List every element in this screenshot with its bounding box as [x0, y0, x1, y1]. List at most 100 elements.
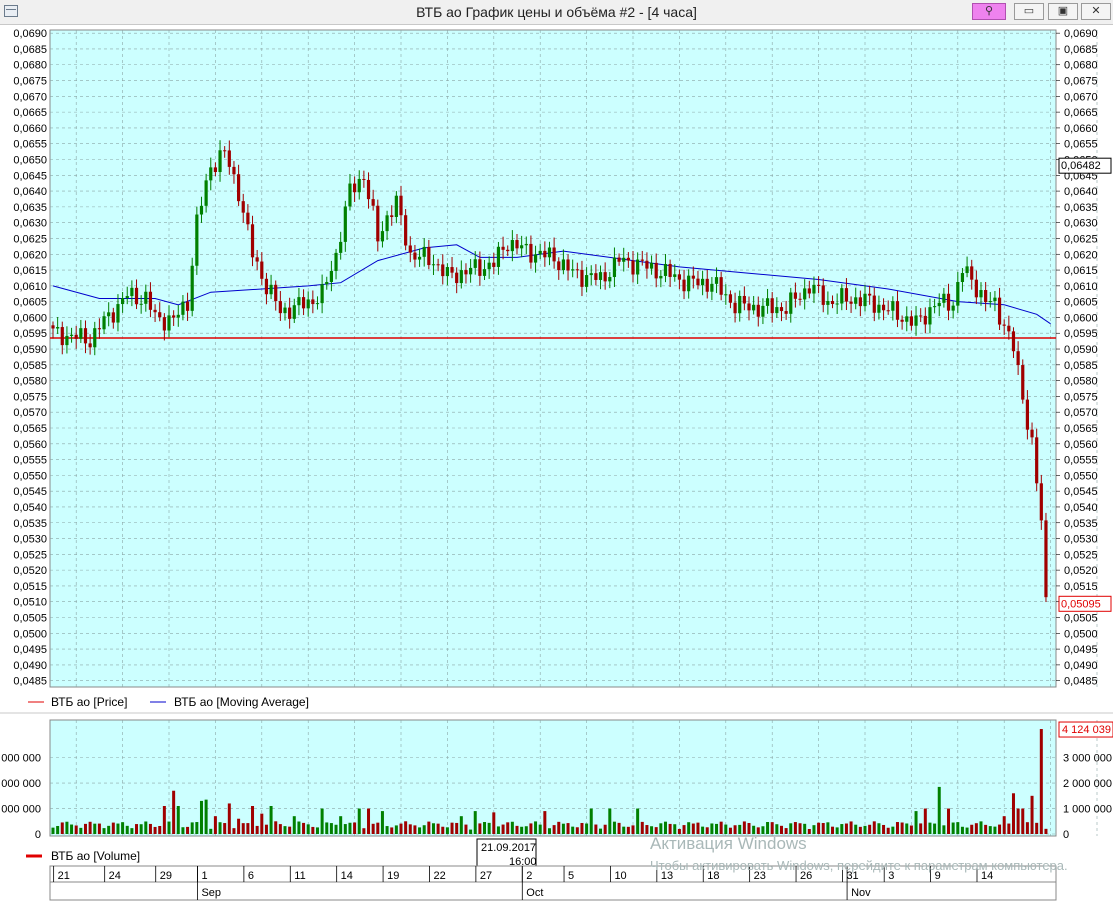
volume-bar [831, 826, 835, 834]
candle-up [380, 231, 385, 242]
volume-bar [840, 824, 844, 834]
volume-bar [204, 799, 208, 834]
candle-up [325, 281, 329, 285]
volume-bar [427, 821, 431, 834]
pin-button[interactable]: ⚲ [972, 3, 1006, 20]
candle-down [111, 312, 115, 323]
volume-bar [942, 825, 946, 834]
volume-bar [371, 823, 375, 834]
volume-bar [459, 816, 463, 834]
volume-bar [691, 823, 695, 834]
candle-up [738, 295, 742, 314]
volume-bar [302, 822, 306, 834]
volume-bar [1039, 729, 1043, 834]
volume-bar [719, 821, 723, 834]
price-tick-label: 0,0625 [13, 233, 47, 245]
candle-up [965, 266, 969, 274]
candle-down [450, 267, 454, 273]
volume-bar [260, 813, 264, 834]
volume-bar [329, 823, 333, 834]
price-tick-label: 0,0665 [13, 107, 47, 119]
volume-bar [487, 822, 491, 834]
price-tick-label: 0,0640 [1064, 186, 1098, 198]
volume-bar [687, 822, 691, 834]
volume-bar [631, 825, 635, 834]
candle-up [209, 167, 213, 181]
price-tick-label: 0,0630 [1064, 218, 1098, 230]
candle-down [264, 278, 269, 295]
close-button[interactable]: ✕ [1081, 3, 1111, 20]
candle-up [431, 264, 436, 266]
volume-bar [844, 823, 848, 834]
volume-bar [677, 828, 681, 834]
volume-bar [83, 823, 87, 834]
price-tick-label: 0,0595 [13, 328, 47, 340]
day-label: 18 [707, 870, 719, 882]
candle-up [585, 275, 589, 287]
candle-down [371, 199, 375, 206]
candle-down [246, 212, 250, 225]
volume-bar [125, 825, 129, 834]
volume-bar [213, 816, 217, 834]
volume-bar [297, 821, 301, 834]
volume-bar [431, 823, 435, 834]
volume-bar [612, 821, 616, 834]
volume-bar [529, 823, 533, 834]
price-tick-label: 0,0550 [1064, 470, 1098, 482]
volume-bar [167, 821, 171, 834]
candle-down [872, 295, 876, 313]
volume-bar [469, 829, 473, 834]
volume-bar [854, 824, 858, 834]
candle-up [107, 312, 111, 317]
volume-bar [1044, 828, 1048, 834]
price-plot-area[interactable] [49, 29, 1057, 688]
chart-canvas[interactable]: 0,0485 0,0490 0,0495 0,0500 0,0505 0,0510 0,05… [0, 24, 1113, 904]
minimize-button[interactable]: ▭ [1014, 3, 1044, 20]
restore-button[interactable]: ▣ [1048, 3, 1078, 20]
volume-bar [139, 824, 143, 834]
candle-down [705, 278, 709, 292]
volume-bar [343, 824, 347, 834]
candle-down [492, 262, 496, 267]
candle-down [798, 298, 802, 300]
candle-up [598, 272, 603, 280]
price-tick-label: 0,0690 [13, 28, 47, 40]
price-tick-label: 0,0565 [1064, 423, 1098, 435]
price-tick-label: 0,0570 [13, 407, 47, 419]
volume-bar [793, 822, 797, 834]
candle-down [844, 288, 849, 302]
volume-bar [209, 828, 213, 834]
candle-down [501, 246, 505, 250]
volume-bar [645, 825, 649, 834]
volume-bar [186, 826, 190, 834]
volume-bar [288, 826, 292, 834]
candle-up [269, 284, 273, 295]
volume-bar [914, 811, 918, 834]
candle-up [121, 298, 125, 305]
volume-bar [608, 808, 612, 834]
candle-down [626, 257, 630, 261]
price-tick-label: 0,0485 [1064, 676, 1098, 688]
candle-down [603, 272, 607, 282]
candle-down [241, 201, 245, 213]
price-tick-label: 0,0545 [13, 486, 47, 498]
candle-up [473, 259, 477, 268]
volume-tick-label: 1 000 000 [0, 804, 41, 816]
price-tick-label: 0,0590 [1064, 344, 1098, 356]
candle-down [793, 292, 797, 299]
volume-bar [547, 828, 551, 834]
volume-bar [775, 824, 779, 834]
candle-down [51, 325, 55, 329]
candle-down [74, 334, 78, 339]
candle-down [1035, 437, 1039, 484]
volume-bar [148, 823, 152, 834]
volume-bar [339, 816, 343, 834]
tooltip-date: 21.09.2017 [481, 842, 536, 854]
volume-bar [826, 822, 830, 834]
price-tick-label: 0,0580 [13, 376, 47, 388]
candle-down [158, 312, 162, 318]
candle-down [311, 299, 315, 305]
price-tick-label: 0,0665 [1064, 107, 1098, 119]
candle-up [933, 306, 937, 308]
volume-tick-label: 0 [1063, 829, 1069, 841]
